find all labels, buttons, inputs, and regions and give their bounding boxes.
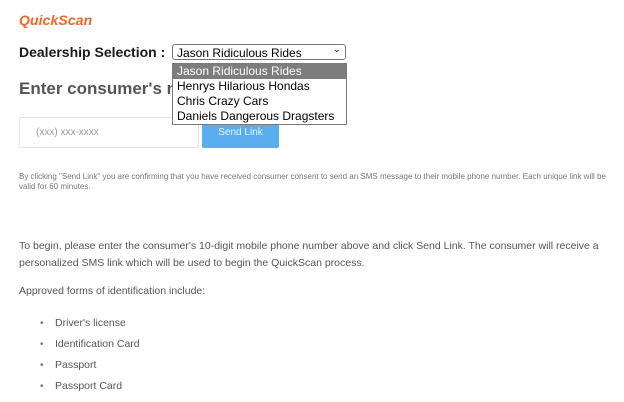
instructions-intro: To begin, please enter the consumer's 10… [19,240,599,269]
list-item: • Driver's license [40,313,140,334]
id-type-label: Identification Card [55,338,140,350]
id-type-label: Passport [55,359,97,371]
consent-disclaimer: By clicking "Send Link" you are confirmi… [19,172,606,191]
page-heading: Enter consumer's m [19,79,174,98]
dealership-option[interactable]: Chris Crazy Cars [173,94,346,109]
approved-id-heading: Approved forms of identification include… [19,285,206,297]
quickscan-logo: QuickScan [19,12,93,28]
bullet-icon: • [40,381,44,392]
dealership-selected-value: Jason Ridiculous Rides [177,46,302,60]
dealership-dropdown-list: Jason Ridiculous Rides Henrys Hilarious … [172,63,347,125]
id-type-label: Driver's license [55,317,126,329]
chevron-down-icon: ⌄ [332,44,341,55]
bullet-icon: • [40,318,44,329]
list-item: • Passport [40,355,140,376]
dealership-option[interactable]: Jason Ridiculous Rides [173,64,346,79]
id-type-label: Passport Card [55,380,123,392]
list-item: • Identification Card [40,334,140,355]
dealership-option[interactable]: Daniels Dangerous Dragsters [173,109,346,124]
phone-placeholder: (xxx) xxx-xxxx [36,127,99,138]
list-item: • Passport Card [40,376,140,397]
id-type-list: • Driver's license • Identification Card •… [40,313,140,397]
bullet-icon: • [40,360,44,371]
dealership-select[interactable]: Jason Ridiculous Rides ⌄ [172,44,346,60]
dealership-option[interactable]: Henrys Hilarious Hondas [173,79,346,94]
dealership-label: Dealership Selection : [19,44,166,60]
bullet-icon: • [40,339,44,350]
